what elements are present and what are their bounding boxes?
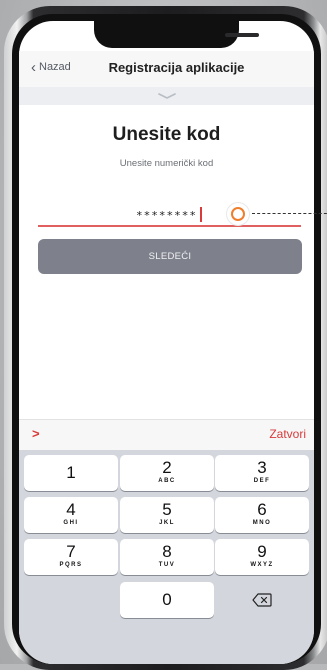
- key-digit: 5: [162, 500, 172, 519]
- key-letters: GHI: [63, 520, 79, 526]
- speaker-grille: [225, 33, 259, 37]
- backspace-key[interactable]: [215, 582, 309, 618]
- circle-icon: [231, 207, 245, 221]
- key-letters: JKL: [159, 520, 175, 526]
- key-letters: WXYZ: [250, 562, 274, 568]
- key-5[interactable]: 5 JKL: [120, 497, 214, 533]
- key-digit: 8: [162, 542, 172, 561]
- key-0[interactable]: 0: [120, 582, 214, 618]
- callout-line: [252, 213, 327, 214]
- page-title: Registracija aplikacije: [108, 60, 245, 75]
- key-2[interactable]: 2 ABC: [120, 455, 214, 491]
- key-digit: 7: [66, 542, 76, 561]
- close-keyboard-button[interactable]: Zatvori: [269, 427, 306, 441]
- key-9[interactable]: 9 WXYZ: [215, 539, 309, 575]
- key-letters: DEF: [253, 478, 271, 484]
- key-6[interactable]: 6 MNO: [215, 497, 309, 533]
- text-caret: [200, 207, 202, 222]
- key-4[interactable]: 4 GHI: [24, 497, 118, 533]
- key-8[interactable]: 8 TUV: [120, 539, 214, 575]
- key-digit: 3: [257, 458, 267, 477]
- numeric-keyboard: 1 2 ABC 3 DEF 4 GHI 5 JKL 6 MNO 7 PQRS 8…: [19, 450, 314, 664]
- key-letters: TUV: [158, 562, 176, 568]
- key-letters: MNO: [252, 520, 272, 526]
- code-input[interactable]: ********: [19, 209, 314, 222]
- notch: [94, 21, 259, 48]
- navigation-bar: ‹ Nazad Registracija aplikacije: [19, 51, 314, 87]
- backspace-icon: [252, 593, 272, 607]
- code-input-underline: [38, 225, 301, 227]
- key-7[interactable]: 7 PQRS: [24, 539, 118, 575]
- key-digit: 0: [162, 590, 172, 609]
- chevron-right-icon[interactable]: >: [32, 426, 40, 441]
- key-digit: 9: [257, 542, 267, 561]
- phone-screen: ‹ Nazad Registracija aplikacije Unesite …: [19, 21, 314, 664]
- form-subheading: Unesite numerički kod: [119, 158, 214, 169]
- next-button[interactable]: SLEDEĆI: [38, 239, 302, 274]
- keyboard-accessory-bar: > Zatvori: [19, 419, 314, 450]
- sheet-handle[interactable]: [19, 87, 314, 105]
- key-digit: 4: [66, 500, 76, 519]
- key-letters: ABC: [158, 478, 176, 484]
- chevron-down-icon: [157, 93, 176, 99]
- key-3[interactable]: 3 DEF: [215, 455, 309, 491]
- key-digit: 6: [257, 500, 267, 519]
- key-digit: 1: [66, 463, 76, 482]
- key-1[interactable]: 1: [24, 455, 118, 491]
- form-heading: Unesite kod: [112, 124, 221, 145]
- key-letters: PQRS: [59, 562, 83, 568]
- key-digit: 2: [162, 458, 172, 477]
- tap-marker: [227, 203, 249, 225]
